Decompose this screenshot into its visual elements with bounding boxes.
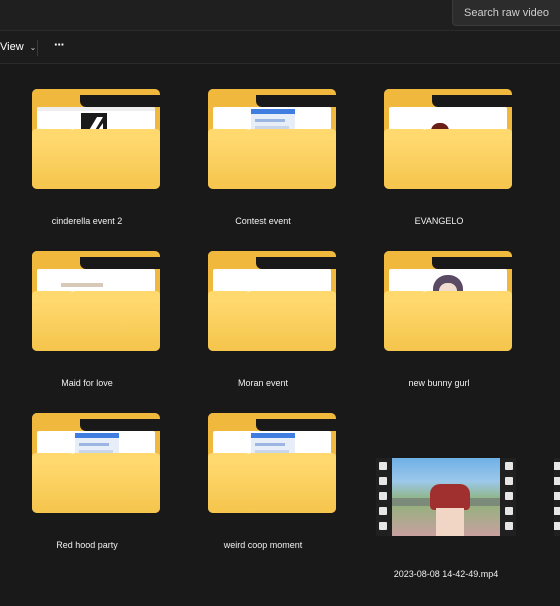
folder-icon (208, 413, 336, 513)
command-bar: View ⌄ ··· (0, 31, 560, 64)
folder-item[interactable]: Maid for love (12, 247, 162, 399)
folder-icon (32, 251, 160, 351)
search-input[interactable]: Search raw video (452, 0, 560, 26)
item-name: weird coop moment (223, 540, 303, 550)
folder-icon (32, 413, 160, 513)
folder-item[interactable]: weird coop moment (188, 409, 338, 561)
folder-item[interactable]: Red hood party (12, 409, 162, 561)
chevron-down-icon: ⌄ (29, 42, 37, 52)
folder-icon (32, 89, 160, 189)
item-name: 2023-08-08 14-42-49.mp4 (393, 569, 499, 579)
folder-item[interactable]: Contest event (188, 85, 338, 237)
folder-icon (208, 89, 336, 189)
item-name: new bunny gurl (408, 378, 470, 388)
view-label: View (0, 41, 24, 53)
view-button[interactable]: View ⌄ (0, 35, 42, 59)
folder-icon (384, 89, 512, 189)
film-strip-icon (376, 458, 390, 536)
folder-icon (208, 251, 336, 351)
title-bar: Search raw video (0, 0, 560, 31)
folder-item[interactable]: EVANGELO (364, 85, 514, 237)
item-name: Moran event (237, 378, 289, 388)
item-name: Maid for love (61, 378, 113, 388)
folder-item[interactable]: cinderella event 2 (12, 85, 162, 237)
search-placeholder: Search raw video (464, 7, 549, 19)
folder-item[interactable]: Moran event (188, 247, 338, 399)
video-thumbnail (376, 458, 516, 536)
item-name: Red hood party (56, 540, 118, 550)
folder-icon (384, 251, 512, 351)
partial-video-thumbnail[interactable] (554, 458, 560, 536)
toolbar-divider (37, 40, 38, 56)
film-strip-icon (502, 458, 516, 536)
item-name: Contest event (235, 216, 291, 226)
item-name: cinderella event 2 (51, 216, 123, 226)
item-name: EVANGELO (414, 216, 464, 226)
video-file-item[interactable]: 2023-08-08 14-42-49.mp4 (358, 454, 516, 606)
folder-item[interactable]: new bunny gurl (364, 247, 514, 399)
more-options-button[interactable]: ··· (48, 35, 70, 59)
